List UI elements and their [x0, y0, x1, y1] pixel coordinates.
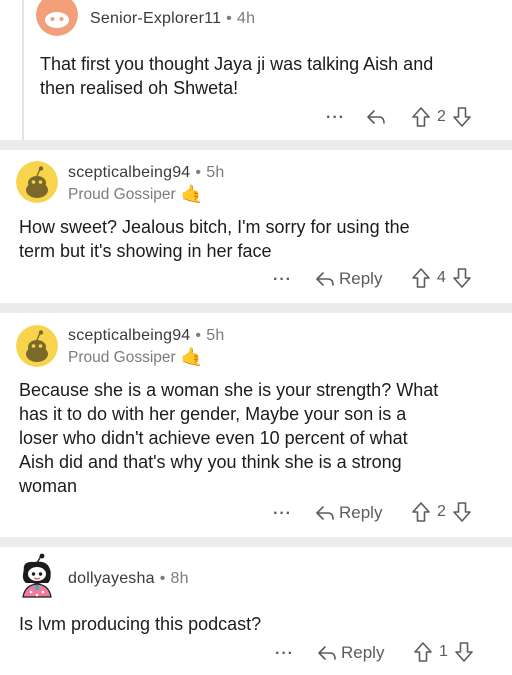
username-text[interactable]: scepticalbeing94 [68, 327, 190, 344]
more-options-button[interactable]: ··· [326, 109, 345, 127]
call-me-hand-emoji: 🤙 [180, 347, 204, 367]
vote-score: 2 [437, 108, 446, 125]
comment-line: Is lvm producing this podcast? [19, 614, 262, 634]
comment-body: That first you thought Jaya ji was talki… [40, 52, 433, 100]
username-text[interactable]: Senior-Explorer11 [90, 10, 221, 27]
flair-text: Proud Gossiper [68, 348, 176, 366]
avatar[interactable] [16, 161, 58, 203]
timestamp: 4h [236, 10, 256, 27]
vote-score: 1 [439, 643, 448, 660]
avatar[interactable] [14, 553, 60, 603]
user-flair: Proud Gossiper 🤙 [68, 184, 203, 205]
comment-body: Because she is a woman she is your stren… [19, 378, 438, 498]
comment-divider [0, 537, 512, 547]
vote-controls: 4 [411, 267, 472, 289]
reply-arrow-icon [315, 270, 335, 288]
comment-line: has it to do with her gender, Maybe your… [19, 404, 407, 424]
timestamp: 8h [170, 570, 189, 587]
comment-divider [0, 140, 512, 150]
vote-controls: 2 [411, 501, 472, 523]
username[interactable]: dollyayesha • 8h [68, 570, 189, 588]
upvote-arrow-icon[interactable] [411, 501, 431, 523]
upvote-arrow-icon[interactable] [411, 106, 431, 128]
comment-body: How sweet? Jealous bitch, I'm sorry for … [19, 215, 410, 263]
username[interactable]: Senior-Explorer11 • 4h [90, 10, 255, 28]
comment-1: scepticalbeing94 • 5h Proud Gossiper 🤙 How … [0, 150, 512, 303]
username[interactable]: scepticalbeing94 • 5h [68, 164, 224, 182]
comment-line: woman [19, 476, 78, 496]
reply-arrow-icon [315, 504, 335, 522]
separator-dot: • [195, 164, 202, 181]
vote-controls: 2 [411, 106, 472, 128]
more-options-button[interactable]: ··· [273, 505, 292, 523]
reply-button[interactable]: Reply [315, 503, 382, 523]
username[interactable]: scepticalbeing94 • 5h [68, 327, 224, 345]
user-flair: Proud Gossiper 🤙 [68, 347, 203, 368]
reply-label: Reply [339, 503, 383, 522]
separator-dot: • [195, 327, 202, 344]
username-text[interactable]: scepticalbeing94 [68, 164, 190, 181]
comment-body: Is lvm producing this podcast? [19, 612, 261, 636]
call-me-hand-emoji: 🤙 [180, 184, 204, 204]
comment-line: That first you thought Jaya ji was talki… [40, 54, 434, 74]
vote-score: 2 [437, 503, 446, 520]
flair-text: Proud Gossiper [68, 185, 176, 203]
vote-score: 4 [437, 269, 446, 286]
comment-line: Because she is a woman she is your stren… [19, 380, 439, 400]
username-text[interactable]: dollyayesha [68, 570, 155, 587]
reply-label: Reply [341, 643, 385, 662]
downvote-arrow-icon[interactable] [452, 501, 472, 523]
comment-divider [0, 303, 512, 313]
vote-controls: 1 [413, 641, 474, 663]
reply-label: Reply [339, 269, 383, 288]
comment-line: loser who didn't achieve even 10 percent… [19, 428, 408, 448]
timestamp: 5h [206, 327, 225, 344]
thread-line[interactable] [22, 0, 24, 140]
downvote-arrow-icon[interactable] [454, 641, 474, 663]
reply-arrow-icon [366, 108, 386, 126]
comment-2: scepticalbeing94 • 5h Proud Gossiper 🤙 Beca… [0, 313, 512, 537]
reply-arrow-icon [317, 644, 337, 662]
avatar[interactable] [16, 325, 58, 367]
comment-3: dollyayesha • 8h Is lvm producing this pod… [0, 547, 512, 675]
reply-button[interactable] [366, 108, 386, 126]
comment-line: then realised oh Shweta! [40, 78, 239, 98]
reply-button[interactable]: Reply [315, 269, 382, 289]
comment-line: How sweet? Jealous bitch, I'm sorry for … [19, 217, 410, 237]
downvote-arrow-icon[interactable] [452, 106, 472, 128]
more-options-button[interactable]: ··· [273, 271, 292, 289]
separator-dot: • [159, 570, 166, 587]
comment-line: term but it's showing in her face [19, 241, 272, 261]
avatar[interactable] [36, 0, 78, 36]
separator-dot: • [226, 10, 232, 27]
upvote-arrow-icon[interactable] [411, 267, 431, 289]
comment-0: Senior-Explorer11 • 4h That first you thou… [0, 0, 512, 140]
timestamp: 5h [206, 164, 225, 181]
more-options-button[interactable]: ··· [275, 645, 294, 663]
comment-line: Aish did and that's why you think she is… [19, 452, 402, 472]
downvote-arrow-icon[interactable] [452, 267, 472, 289]
reply-button[interactable]: Reply [317, 643, 384, 663]
upvote-arrow-icon[interactable] [413, 641, 433, 663]
